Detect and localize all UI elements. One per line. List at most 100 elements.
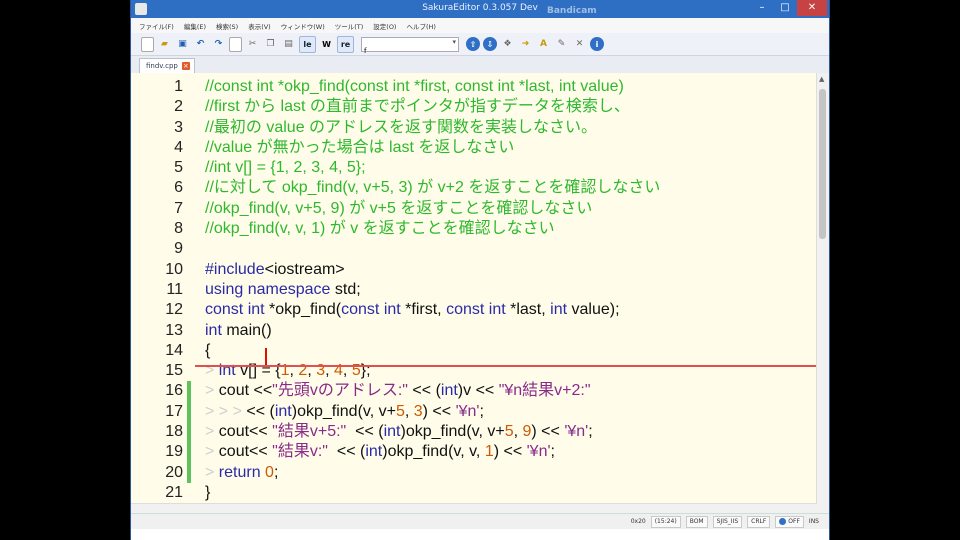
word-icon[interactable]: W	[319, 37, 334, 52]
menu-item[interactable]: ウィンドウ(W)	[281, 21, 325, 31]
new-file-icon[interactable]	[141, 36, 154, 52]
code-line[interactable]: 16 > cout <<"先頭vのアドレス:" << (int)v << "¥n結…	[131, 381, 817, 402]
code-token: return	[218, 463, 261, 481]
undo-icon[interactable]: ↶	[193, 37, 208, 52]
menu-item[interactable]: 表示(V)	[248, 21, 271, 31]
status-eol[interactable]: CRLF	[747, 515, 771, 528]
close-tab-icon[interactable]: ×	[181, 62, 190, 70]
line-number: 12	[165, 301, 183, 319]
line-number: 2	[174, 98, 183, 116]
menu-item[interactable]: 検索(S)	[216, 21, 238, 31]
code-line[interactable]: 5 //int v[] = {1, 2, 3, 4, 5};	[131, 158, 817, 178]
mode-icon	[779, 518, 787, 525]
code-line[interactable]: 8 //okp_find(v, v, 1) が v を返すことを確認しなさい	[131, 219, 817, 239]
code-line[interactable]: 1 //const int *okp_find(const int *first,…	[131, 77, 817, 97]
jump-icon[interactable]: ➜	[518, 37, 533, 52]
chevron-down-icon[interactable]: ▾	[452, 38, 456, 46]
code-token: int	[440, 382, 458, 400]
line-number: 18	[165, 423, 183, 441]
code-line[interactable]: 20 > return 0;	[131, 462, 817, 483]
code-token: //value が無かった場合は last を返しなさい	[205, 138, 515, 156]
code-line[interactable]: 21}	[131, 483, 817, 503]
maximize-button[interactable]: □	[774, 0, 796, 16]
code-line[interactable]: 9	[131, 239, 817, 259]
line-code: //first から last の直前までポインタが指すデータを検索し、	[205, 97, 630, 117]
menu-item[interactable]: ファイル(F)	[139, 21, 174, 31]
paste-icon[interactable]: ▤	[281, 37, 296, 52]
code-token: const	[446, 301, 485, 319]
status-encoding[interactable]: SJIS_IIS	[712, 515, 743, 528]
code-token: //最初の value のアドレスを返す関数を実装しなさい。	[205, 118, 598, 136]
code-token: ) <<	[531, 423, 565, 441]
tab-marker: > > >	[205, 402, 247, 420]
open-folder-icon[interactable]: ▰	[157, 37, 172, 52]
menu-item[interactable]: ヘルプ(H)	[406, 21, 435, 31]
blank-icon[interactable]	[229, 36, 242, 52]
code-token: int	[550, 301, 568, 319]
case-icon[interactable]: le	[299, 35, 316, 53]
regex-icon[interactable]: re	[337, 35, 354, 53]
line-number: 1	[174, 78, 183, 95]
code-line[interactable]: 10 #include<iostream>	[131, 260, 817, 280]
code-line[interactable]: 19 > cout<< "結果v:" << (int)okp_find(v, v,…	[131, 442, 817, 463]
code-token: *last,	[505, 301, 551, 319]
code-token: )okp_find(v, v+	[400, 423, 505, 441]
code-token: <iostream>	[264, 260, 345, 278]
code-line[interactable]: 13 int main()	[131, 321, 817, 341]
settings-icon[interactable]: ✎	[554, 37, 569, 52]
current-line-underline	[195, 365, 817, 367]
code-token: using	[205, 280, 244, 298]
search-input[interactable]: f ▾	[361, 36, 459, 55]
code-line[interactable]: 4 //value が無かった場合は last を返しなさい	[131, 138, 817, 158]
line-code: > return 0;	[205, 463, 278, 483]
code-lines: 1 //const int *okp_find(const int *first,…	[131, 77, 817, 503]
menu-item[interactable]: ツール(T)	[335, 21, 364, 31]
code-line[interactable]: 14 {	[131, 341, 817, 361]
status-mode[interactable]: OFF	[775, 515, 804, 528]
code-token: cout<<	[218, 443, 273, 461]
tab-marker: >	[205, 382, 219, 400]
code-line[interactable]: 12 const int *okp_find(const int *first, …	[131, 300, 817, 320]
close-window-button[interactable]: ✕	[797, 0, 827, 16]
code-token: //okp_find(v, v, 1) が v を返すことを確認しなさい	[205, 220, 555, 238]
cut-icon[interactable]: ✂	[245, 37, 260, 52]
horizontal-scrollbar[interactable]	[131, 503, 817, 513]
menu-bar: ファイル(F) 編集(E) 検索(S) 表示(V) ウィンドウ(W) ツール(T) 設定(O…	[131, 18, 829, 33]
code-token: )okp_find(v, v,	[382, 443, 485, 461]
code-token: 0	[265, 463, 274, 481]
copy-icon[interactable]: ❐	[263, 37, 278, 52]
tab-file[interactable]: findv.cpp ×	[139, 58, 195, 73]
code-token: {	[205, 341, 211, 359]
search-prev-icon[interactable]: ⇧	[466, 37, 480, 51]
save-icon[interactable]: ▣	[175, 37, 190, 52]
redo-icon[interactable]: ↷	[211, 37, 226, 52]
status-position: 0x20	[630, 518, 646, 525]
menu-item[interactable]: 編集(E)	[184, 21, 206, 31]
code-editor[interactable]: 1 //const int *okp_find(const int *first,…	[131, 73, 829, 513]
code-line[interactable]: 18 > cout<< "結果v+5:" << (int)okp_find(v, …	[131, 422, 817, 443]
code-token: "先頭vのアドレス:"	[272, 382, 408, 400]
code-line[interactable]: 3 //最初の value のアドレスを返す関数を実装しなさい。	[131, 118, 817, 138]
tools-icon[interactable]: ✕	[572, 37, 587, 52]
code-token: "¥n結果v+2:"	[498, 382, 591, 400]
grep-icon[interactable]: ❖	[500, 37, 515, 52]
status-bom[interactable]: BOM	[685, 515, 708, 528]
search-next-icon[interactable]: ⇩	[483, 37, 497, 51]
code-token: << (	[327, 443, 366, 461]
menu-item[interactable]: 設定(O)	[373, 21, 396, 31]
font-icon[interactable]: A	[536, 37, 551, 52]
code-line[interactable]: 7 //okp_find(v, v+5, 9) が v+5 を返すことを確認しなさ…	[131, 199, 817, 219]
scrollbar-thumb[interactable]	[819, 89, 826, 239]
code-line[interactable]: 2 //first から last の直前までポインタが指すデータを検索し、	[131, 97, 817, 117]
minimize-button[interactable]: –	[751, 0, 773, 16]
line-number: 6	[174, 179, 183, 197]
code-line[interactable]: 11 using namespace std;	[131, 280, 817, 300]
code-line[interactable]: 6 //に対して okp_find(v, v+5, 3) が v+2 を返すことを…	[131, 178, 817, 198]
vertical-scrollbar[interactable]: ▲	[816, 73, 829, 513]
line-number: 16	[165, 382, 183, 400]
code-token: *okp_find(	[264, 301, 342, 319]
code-line[interactable]: 17 > > > << (int)okp_find(v, v+5, 3) << '…	[131, 401, 817, 423]
scroll-up-icon[interactable]: ▲	[819, 75, 824, 83]
line-code: > > > << (int)okp_find(v, v+5, 3) << '¥n…	[205, 402, 484, 422]
info-icon[interactable]: i	[590, 37, 604, 51]
